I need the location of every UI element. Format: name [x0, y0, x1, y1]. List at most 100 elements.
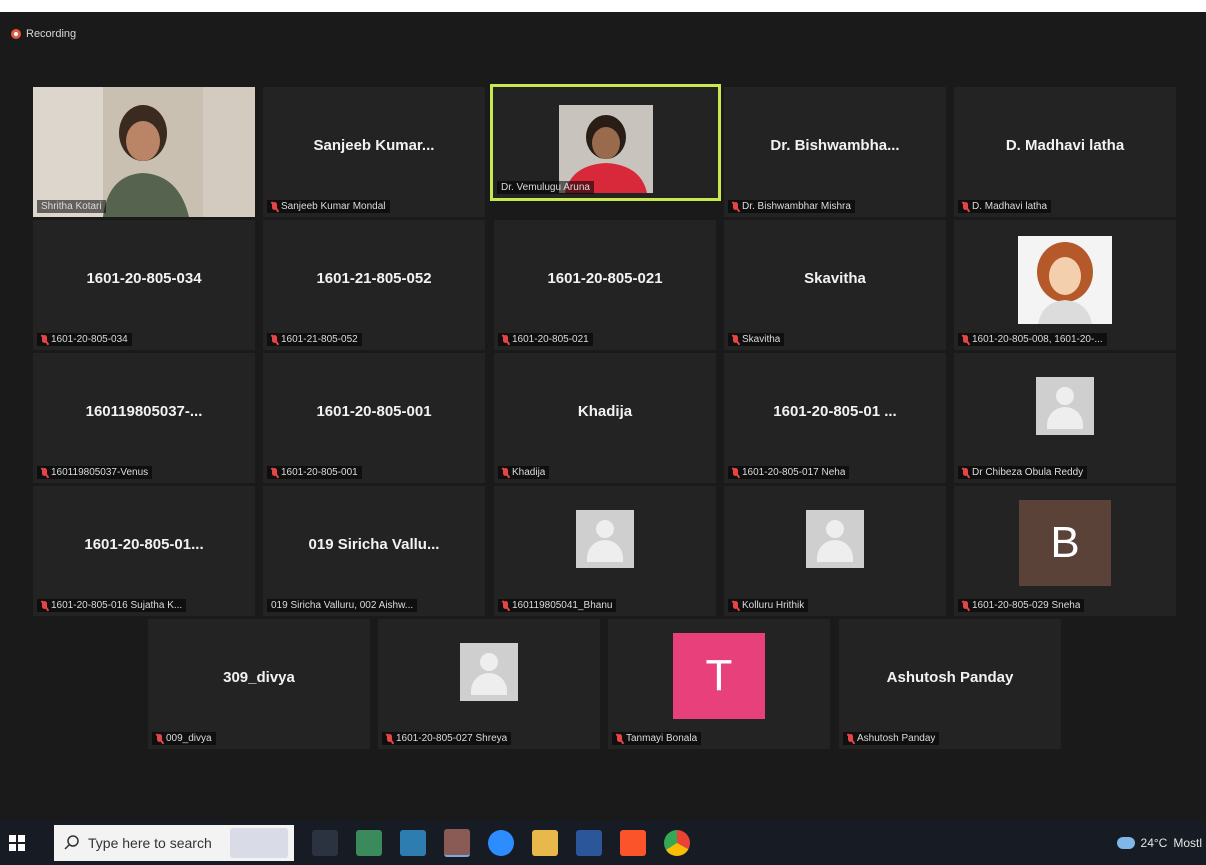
muted-mic-icon [732, 201, 739, 212]
participant-label: Dr. Bishwambhar Mishra [728, 200, 855, 213]
video-tile[interactable]: 1601-20-805-027 Shreya [378, 619, 600, 749]
participant-name-large: 019 Siricha Vallu... [308, 536, 440, 553]
participant-name-large: 1601-20-805-001 [316, 403, 432, 420]
zoom-icon[interactable] [488, 829, 514, 856]
participant-label: Dr Chibeza Obula Reddy [958, 466, 1088, 479]
video-tile[interactable]: Dr. Bishwambha... Dr. Bishwambhar Mishra [724, 87, 946, 217]
participant-video [33, 87, 255, 217]
muted-mic-icon [962, 600, 969, 611]
recording-indicator: Recording [11, 25, 76, 43]
weather-temperature: 24°C [1140, 835, 1168, 850]
word-icon[interactable] [576, 829, 602, 856]
brave-browser-icon[interactable] [620, 829, 646, 856]
file-explorer-icon[interactable] [532, 829, 558, 856]
participant-label: Khadija [498, 466, 550, 479]
muted-mic-icon [502, 467, 509, 478]
participant-label: 1601-20-805-027 Shreya [382, 732, 512, 745]
participant-label: D. Madhavi latha [958, 200, 1052, 213]
video-tile[interactable]: B 1601-20-805-029 Sneha [954, 486, 1176, 616]
video-tile[interactable]: Skavitha Skavitha [724, 220, 946, 350]
taskbar-search-box[interactable]: Type here to search [54, 824, 294, 861]
participant-label: 1601-20-805-034 [37, 333, 132, 346]
default-avatar-icon [1036, 377, 1094, 435]
video-tile[interactable]: Sanjeeb Kumar... Sanjeeb Kumar Mondal [263, 87, 485, 217]
participant-name-large: 1601-20-805-01... [84, 536, 204, 553]
participant-label: 160119805037-Venus [37, 466, 153, 479]
windows-start-button[interactable] [0, 820, 34, 865]
video-tile[interactable]: Khadija Khadija [494, 353, 716, 483]
video-tile[interactable]: 1601-21-805-052 1601-21-805-052 [263, 220, 485, 350]
video-tile[interactable]: Kolluru Hrithik [724, 486, 946, 616]
video-tile[interactable]: Dr Chibeza Obula Reddy [954, 353, 1176, 483]
video-tile[interactable]: 1601-20-805-021 1601-20-805-021 [494, 220, 716, 350]
participant-label: 1601-20-805-029 Sneha [958, 599, 1085, 612]
participant-name-large: Skavitha [804, 270, 866, 287]
video-tile[interactable]: D. Madhavi latha D. Madhavi latha [954, 87, 1176, 217]
participant-name-large: 1601-20-805-021 [547, 270, 663, 287]
muted-mic-icon [616, 733, 623, 744]
video-tile[interactable]: 1601-20-805-034 1601-20-805-034 [33, 220, 255, 350]
weather-description: Mostl [1173, 835, 1202, 850]
participant-label: 1601-21-805-052 [267, 333, 362, 346]
video-tile[interactable]: 1601-20-805-008, 1601-20-... [954, 220, 1176, 350]
app-icon[interactable] [444, 828, 470, 857]
muted-mic-icon [41, 467, 48, 478]
video-tile-active-speaker[interactable]: Dr. Vemulugu Aruna [490, 84, 721, 201]
participant-label: 019 Siricha Valluru, 002 Aishw... [267, 599, 418, 612]
muted-mic-icon [732, 467, 739, 478]
cartoon-avatar [1018, 236, 1112, 324]
participant-name-large: 1601-20-805-01 ... [773, 403, 897, 420]
video-tile[interactable]: Shritha Kotari [33, 87, 255, 217]
participant-label: Sanjeeb Kumar Mondal [267, 200, 390, 213]
participant-name-large: 309_divya [223, 669, 295, 686]
participant-label: Ashutosh Panday [843, 732, 940, 745]
chrome-icon[interactable] [664, 829, 690, 856]
recording-label: Recording [26, 28, 77, 40]
taskbar: Type here to search 24°C Mostl [0, 820, 1206, 865]
participant-label: 1601-20-805-021 [498, 333, 593, 346]
letter-avatar: T [673, 633, 765, 719]
participant-name-large: D. Madhavi latha [1005, 137, 1125, 154]
muted-mic-icon [156, 733, 163, 744]
participant-label: 1601-20-805-017 Neha [728, 466, 850, 479]
muted-mic-icon [962, 201, 969, 212]
muted-mic-icon [271, 467, 278, 478]
video-tile[interactable]: 019 Siricha Vallu... 019 Siricha Valluru… [263, 486, 485, 616]
muted-mic-icon [502, 600, 509, 611]
video-tile[interactable]: 160119805041_Bhanu [494, 486, 716, 616]
participant-name-large: 1601-20-805-034 [86, 270, 202, 287]
video-tile[interactable]: T Tanmayi Bonala [608, 619, 830, 749]
participant-label: Dr. Vemulugu Aruna [497, 181, 594, 194]
participant-name-large: Khadija [577, 403, 633, 420]
participant-name-large: Dr. Bishwambha... [770, 137, 900, 154]
participant-name-large: Sanjeeb Kumar... [313, 137, 435, 154]
participant-label: 160119805041_Bhanu [498, 599, 617, 612]
video-tile[interactable]: 1601-20-805-01 ... 1601-20-805-017 Neha [724, 353, 946, 483]
video-tile[interactable]: 1601-20-805-001 1601-20-805-001 [263, 353, 485, 483]
video-tile[interactable]: 1601-20-805-01... 1601-20-805-016 Sujath… [33, 486, 255, 616]
muted-mic-icon [271, 201, 278, 212]
participant-label: Tanmayi Bonala [612, 732, 702, 745]
muted-mic-icon [962, 467, 969, 478]
participant-label: 009_divya [152, 732, 216, 745]
muted-mic-icon [732, 600, 739, 611]
muted-mic-icon [41, 600, 48, 611]
participant-photo [558, 105, 653, 193]
video-tile[interactable]: 309_divya 009_divya [148, 619, 370, 749]
app-icon[interactable] [356, 829, 382, 856]
participant-label: 1601-20-805-008, 1601-20-... [958, 333, 1107, 346]
participant-photo [33, 87, 255, 217]
default-avatar-icon [460, 643, 518, 701]
participant-label: Skavitha [728, 333, 785, 346]
task-view-icon[interactable] [312, 829, 338, 856]
video-tile[interactable]: 160119805037-... 160119805037-Venus [33, 353, 255, 483]
participant-label: 1601-20-805-016 Sujatha K... [37, 599, 187, 612]
video-tile[interactable]: Ashutosh Panday Ashutosh Panday [839, 619, 1061, 749]
participant-name-large: 160119805037-... [85, 403, 203, 420]
app-icon[interactable] [400, 829, 426, 856]
participant-name-large: 1601-21-805-052 [316, 270, 432, 287]
muted-mic-icon [732, 334, 739, 345]
default-avatar-icon [576, 510, 634, 568]
muted-mic-icon [271, 334, 278, 345]
letter-avatar: B [1019, 500, 1111, 586]
